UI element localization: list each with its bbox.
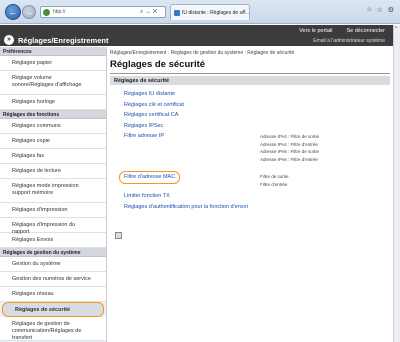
ip-status-line: Adresse IPv4 : Filtre de sortie — [260, 134, 320, 139]
sidebar-item-communication[interactable]: Réglages de gestion de communication/Rég… — [0, 317, 106, 341]
link-cle-certificat[interactable]: Réglages clé et certificat — [124, 100, 390, 111]
ip-status-line: Adresse IPv4 : Filtre d'entrée — [260, 141, 318, 147]
ip-status-line: Adresse IPv6 : Filtre de sortie — [260, 149, 320, 154]
title-divider — [110, 73, 390, 74]
forward-arrow-icon: → — [24, 7, 34, 17]
settings-logo-icon: » — [4, 35, 14, 45]
tab-title: IU distante : Réglages de sé... — [182, 10, 249, 16]
back-button[interactable]: ← — [5, 4, 21, 20]
ip-status-line: Adresse IPv6 : Filtre d'entrée — [260, 156, 318, 162]
link-auth-envoi[interactable]: Réglages d'authentification pour la fonc… — [124, 202, 390, 213]
app-title: Réglages/Enregistrement — [18, 36, 109, 45]
link-limiter-tx[interactable]: Limiter fonction TX — [124, 191, 390, 202]
mac-status-line: Filtre d'entrée — [260, 181, 288, 187]
sidebar: Préférences Réglages papier Réglage volu… — [0, 47, 107, 342]
address-tools[interactable]: ⌕ → ✕ — [140, 6, 168, 18]
section-header: Réglages de sécurité — [110, 76, 390, 85]
link-iu-distante[interactable]: Réglages IU distante — [124, 89, 390, 100]
portal-link[interactable]: Vers le portail — [299, 28, 332, 34]
scroll-up-icon[interactable]: ^ — [395, 26, 397, 32]
admin-email-link[interactable]: Email à l'administrateur système — [313, 38, 385, 44]
sidebar-section-preferences: Préférences — [0, 47, 106, 56]
page-title: Réglages de sécurité — [110, 59, 206, 70]
tab-favicon-icon — [174, 10, 180, 16]
breadcrumb: Réglages/Enregistrement : Réglages de ge… — [110, 50, 295, 56]
sidebar-item-volume[interactable]: Réglage volume sonore/Réglages d'afficha… — [0, 71, 106, 95]
sidebar-section-fonctions: Réglages des fonctions — [0, 110, 106, 119]
back-arrow-icon: ← — [8, 7, 18, 17]
sidebar-item-communs[interactable]: Réglages communs — [0, 119, 106, 134]
vertical-scrollbar[interactable]: ^ — [393, 25, 400, 342]
link-filtre-mac[interactable]: Filtre d'adresse MAC — [119, 171, 181, 184]
sidebar-item-impression-rapport[interactable]: Réglages d'impression du rapport — [0, 218, 106, 235]
tab-close-icon[interactable]: × — [242, 9, 246, 15]
sidebar-item-impression[interactable]: Réglages d'impression — [0, 203, 106, 218]
page-top-icon[interactable] — [115, 232, 122, 239]
link-ipsec[interactable]: Réglages IPSec — [124, 121, 390, 132]
sidebar-item-horloge[interactable]: Réglages horloge — [0, 95, 106, 110]
favorites-icon[interactable]: ☆ — [376, 6, 382, 14]
page-icon — [43, 9, 50, 16]
gear-icon[interactable]: ⚙ — [388, 6, 394, 14]
sidebar-item-fax[interactable]: Réglages fax — [0, 149, 106, 164]
main-content: Réglages/Enregistrement : Réglages de ge… — [110, 50, 390, 212]
ip-filter-status: Adresse IPv4 : Filtre de sortie Adresse … — [260, 133, 319, 163]
sidebar-item-gestion-systeme[interactable]: Gestion du système — [0, 257, 106, 272]
sidebar-item-numeros-service[interactable]: Gestion des numéros de service — [0, 272, 106, 287]
sidebar-item-lecture[interactable]: Réglages de lecture — [0, 164, 106, 179]
link-certificat-ca[interactable]: Réglages certificat CA — [124, 110, 390, 121]
sidebar-item-securite[interactable]: Réglages de sécurité — [2, 302, 104, 317]
home-icon[interactable]: ⌂ — [367, 6, 371, 14]
sidebar-section-gestion: Réglages de gestion du système — [0, 248, 106, 257]
sidebar-item-reseau[interactable]: Réglages réseau — [0, 287, 106, 302]
mac-status-line: Filtre de sortie — [260, 174, 289, 179]
sidebar-item-support-memoire[interactable]: Réglages mode impression support mémoire — [0, 179, 106, 203]
address-tools-icons: ⌕ → ✕ — [140, 8, 158, 15]
mac-filter-status: Filtre de sortie Filtre d'entrée — [260, 173, 289, 188]
forward-button[interactable]: → — [22, 5, 36, 19]
browser-tab[interactable]: IU distante : Réglages de sé... × — [170, 4, 250, 20]
sidebar-item-papier[interactable]: Réglages papier — [0, 56, 106, 71]
address-text: http:// — [53, 9, 66, 15]
logout-link[interactable]: Se déconnecter — [346, 28, 385, 34]
link-filtre-ip[interactable]: Filtre adresse IP — [124, 131, 390, 142]
browser-toolbar-icons: ⌂ ☆ ⚙ — [367, 6, 394, 14]
browser-chrome: ← → http:// ⌕ → ✕ IU distante : Réglages… — [0, 0, 400, 24]
sidebar-item-copie[interactable]: Réglages copie — [0, 134, 106, 149]
